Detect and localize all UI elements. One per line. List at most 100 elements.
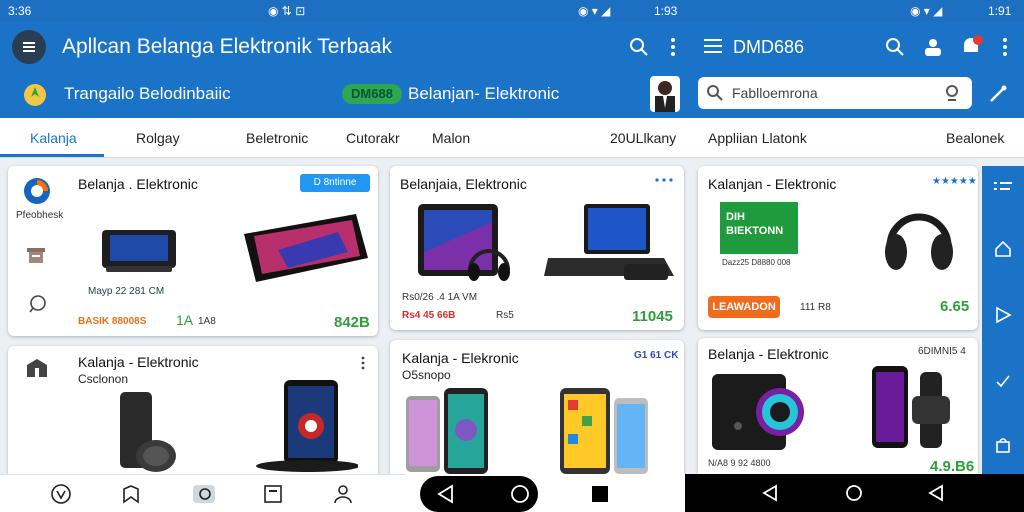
spec-line-3: 1A8 — [198, 316, 216, 327]
card-chip: G1 61 CK — [634, 350, 679, 361]
product-card-3[interactable]: Kalanjan - Elektronic ★★★★★ DIH BIEKTONN… — [698, 166, 978, 330]
card-title: Belanja . Elektronic — [78, 176, 198, 192]
more-horiz-icon[interactable] — [654, 176, 674, 184]
nav-home-icon[interactable] — [50, 483, 72, 505]
tab-malon[interactable]: Malon — [432, 130, 470, 146]
recents-icon[interactable] — [590, 484, 610, 504]
spec-line-3: Rs5 — [496, 310, 514, 321]
price: 6.65 — [940, 298, 970, 315]
card-subtitle: O5snopo — [402, 368, 451, 382]
tab-rolgay[interactable]: Rolgay — [136, 130, 180, 146]
right-sidebar — [982, 166, 1024, 474]
bottom-nav — [0, 474, 405, 512]
avatar[interactable] — [650, 76, 680, 112]
search-input[interactable]: Fablloemrona — [698, 77, 972, 109]
more-vert-icon[interactable] — [668, 36, 678, 58]
bag-icon[interactable] — [994, 436, 1012, 454]
spec-line-1: Mayp 22 281 CM — [88, 286, 165, 297]
back-icon-right[interactable] — [761, 484, 779, 502]
home-button-icon[interactable] — [510, 484, 530, 504]
spec-line-1: Rs0/26 .4 1A VM — [402, 292, 478, 303]
laptop-image — [544, 202, 674, 286]
system-nav-right — [685, 474, 1024, 512]
price: 842B — [334, 314, 370, 331]
notification-icon[interactable] — [958, 34, 984, 58]
status-icons-left: ◉ ⇅ ⊡ — [268, 4, 306, 18]
smartphone-image — [252, 378, 358, 474]
category-tabs: Kalanja Rolgay Beletronic Cutorakr Malon… — [0, 118, 1024, 158]
promo-box-line1: DIH — [726, 211, 745, 223]
app-title: Apllcan Belanga Elektronik Terbaak — [62, 35, 392, 58]
phones-image-right — [558, 386, 650, 474]
tab-appliian-llatonk[interactable]: Appliian Llatonk — [708, 130, 807, 146]
card-title: Kalanja - Elekronic — [402, 350, 519, 366]
card-chip: 6DIMNI5 4 — [918, 346, 966, 357]
product-card-1[interactable]: Pfeobhesk Belanja . Elektronic D 8ntinne… — [8, 166, 378, 336]
status-time-left: 3:36 — [8, 4, 32, 18]
subbar-left-text: Trangailo Belodinbaiic — [64, 84, 231, 103]
list-icon[interactable] — [994, 180, 1012, 196]
price: 11045 — [632, 308, 673, 325]
subbar-mid-text: Belanjan- Elektronic — [408, 84, 560, 103]
spec-line-1: Dazz25 D8880 008 — [722, 258, 791, 267]
tab-cutorakr[interactable]: Cutorakr — [346, 130, 400, 146]
brand-logo-icon — [22, 176, 52, 206]
rating-stars: ★★★★★ — [932, 176, 977, 187]
product-card-2[interactable]: Belanjaia, Elektronic Rs0/26 .4 1A VM Rs… — [390, 166, 684, 330]
home-button-icon-right[interactable] — [845, 484, 863, 502]
side-label: Pfeobhesk — [16, 210, 64, 221]
hamburger-icon[interactable] — [704, 37, 724, 55]
storefront-icon[interactable] — [26, 246, 46, 264]
active-tab-indicator — [0, 154, 104, 157]
spec-line-1: N/A8 9 92 4800 — [708, 458, 771, 468]
nav-cart-icon[interactable] — [192, 483, 216, 505]
tablet-image-small — [100, 226, 180, 276]
search-field-icon — [706, 84, 724, 102]
search-placeholder: Fablloemrona — [732, 85, 818, 101]
card-chip: D 8ntinne — [300, 174, 370, 192]
speaker-image — [710, 366, 806, 452]
location-icon[interactable] — [22, 82, 48, 108]
product-card-6[interactable]: Belanja - Elektronic 6DIMNI5 4 N/A8 9 92… — [698, 338, 978, 475]
card-title: Kalanja - Elektronic — [78, 354, 199, 370]
promo-box-line2: BIEKTONN — [726, 225, 784, 237]
search-field-icon-right[interactable] — [944, 84, 962, 102]
spec-line-2: 111 R8 — [800, 302, 831, 313]
tab-beletronic[interactable]: Beletronic — [246, 130, 308, 146]
smartwatch-image — [868, 362, 954, 452]
more-vert-icon-right[interactable] — [1000, 36, 1010, 58]
tab-20ullkany[interactable]: 20ULlkany — [610, 130, 676, 146]
chat-icon[interactable] — [28, 294, 50, 314]
account-icon[interactable] — [922, 36, 944, 58]
search-icon[interactable] — [628, 36, 650, 58]
headphones-image — [882, 196, 956, 282]
product-card-5[interactable]: Kalanja - Elekronic O5snopo G1 61 CK — [390, 340, 684, 474]
card-title: Kalanjan - Elektronic — [708, 176, 837, 192]
tab-bealonek[interactable]: Bealonek — [946, 130, 1004, 146]
nav-profile-icon[interactable] — [332, 483, 354, 505]
spec-line-2: Rs4 45 66B — [402, 310, 456, 321]
nav-explore-icon[interactable] — [120, 483, 142, 505]
edit-icon[interactable] — [988, 84, 1008, 104]
home-icon[interactable] — [994, 240, 1012, 258]
status-bar: 3:36 ◉ ⇅ ⊡ ◉ ▾ ◢ 1:93 ◉ ▾ ◢ 1:91 — [0, 0, 1024, 22]
tab-kalanja[interactable]: Kalanja — [30, 130, 77, 146]
product-card-4[interactable]: Kalanja - Elektronic Csclonon — [8, 346, 378, 474]
play-icon[interactable] — [994, 306, 1012, 324]
menu-icon[interactable] — [12, 30, 46, 64]
card-subtitle: Csclonon — [78, 372, 129, 386]
phone-image — [116, 390, 180, 474]
more-vert-icon[interactable] — [360, 356, 366, 370]
search-icon-right[interactable] — [884, 36, 906, 58]
shop-icon[interactable] — [26, 358, 48, 378]
check-icon[interactable] — [994, 372, 1012, 390]
nav-orders-icon[interactable] — [262, 483, 284, 505]
app-bar: Apllcan Belanga Elektronik Terbaak DMD68… — [0, 22, 1024, 72]
promo-chip[interactable]: LEAWADON — [708, 296, 780, 318]
price: 4.9.B6 — [930, 458, 975, 475]
back-icon-far-right[interactable] — [927, 484, 945, 502]
status-icons-right: ◉ ▾ ◢ — [910, 4, 943, 18]
tablet-image-large — [238, 210, 372, 286]
right-app-title: DMD686 — [733, 37, 805, 57]
back-icon[interactable] — [436, 484, 456, 504]
